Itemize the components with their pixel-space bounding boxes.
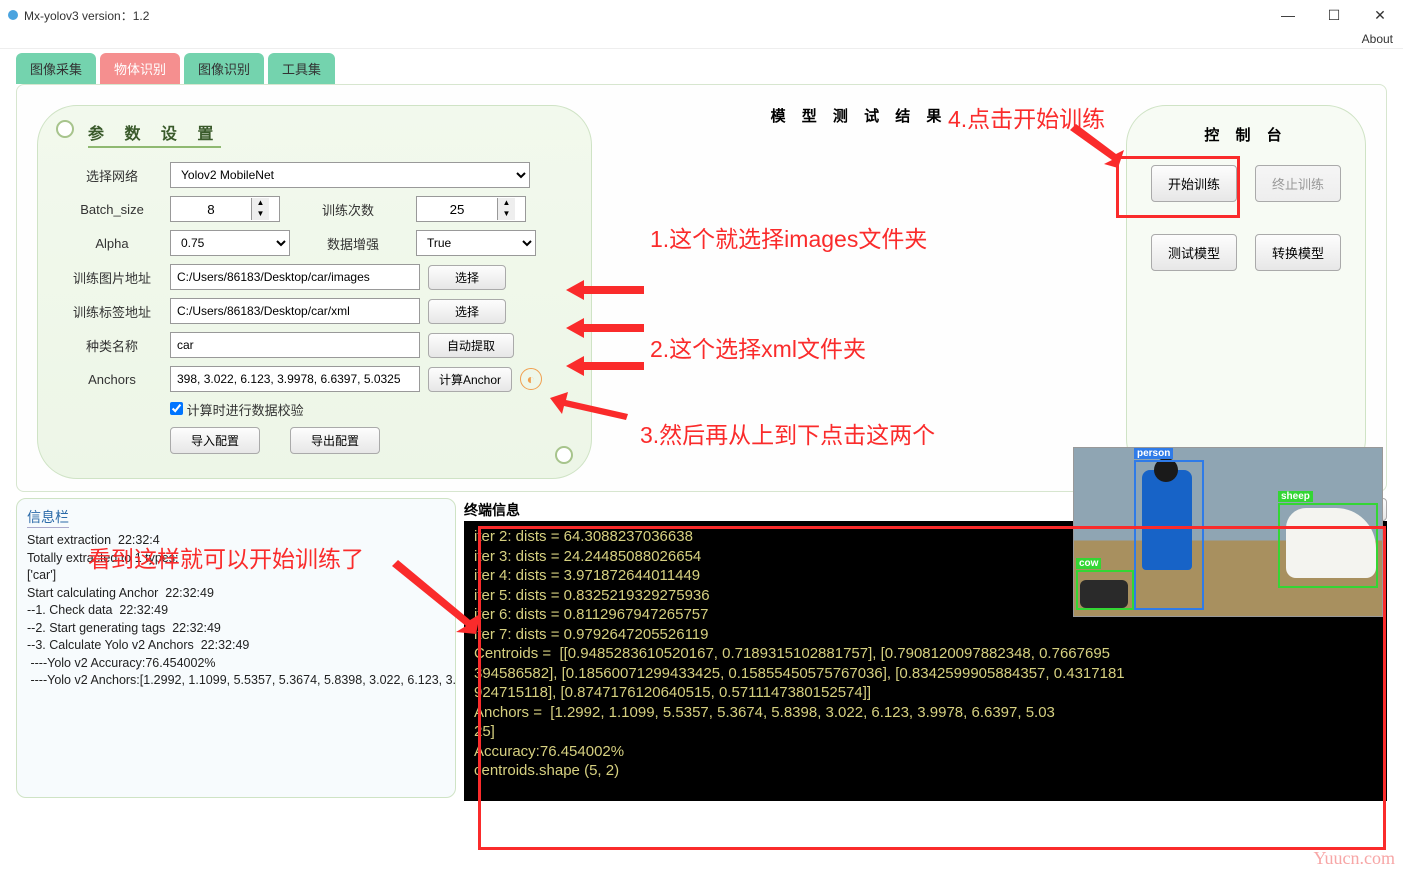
xmlpath-input[interactable] bbox=[170, 298, 420, 324]
alpha-label: Alpha bbox=[62, 236, 162, 251]
batch-input[interactable] bbox=[171, 198, 251, 220]
detection-preview: person sheep cow bbox=[1073, 447, 1383, 617]
choose-img-button[interactable]: 选择 bbox=[428, 265, 506, 290]
info-text: Start extraction 22:32:4 Totally extract… bbox=[27, 532, 445, 690]
main-tabs: 图像采集 物体识别 图像识别 工具集 bbox=[16, 53, 1387, 84]
network-label: 选择网络 bbox=[62, 166, 162, 185]
epoch-spinner[interactable]: ▲▼ bbox=[416, 196, 526, 222]
tab-tools[interactable]: 工具集 bbox=[268, 53, 335, 84]
bbox-person-label: person bbox=[1134, 448, 1173, 459]
imgpath-label: 训练图片地址 bbox=[62, 268, 162, 287]
info-panel: 信息栏 Start extraction 22:32:4 Totally ext… bbox=[16, 498, 456, 798]
window-title: Mx-yolov3 version：1.2 bbox=[24, 7, 149, 24]
watermark: Yuucn.com bbox=[1314, 848, 1395, 869]
about-menu[interactable]: About bbox=[1362, 32, 1393, 46]
calc-anchor-button[interactable]: 计算Anchor bbox=[428, 367, 512, 392]
alpha-select[interactable]: 0.75 bbox=[170, 230, 290, 256]
app-icon bbox=[8, 10, 18, 20]
stop-train-button[interactable]: 终止训练 bbox=[1255, 165, 1341, 202]
control-panel: 控 制 台 开始训练 终止训练 测试模型 转换模型 bbox=[1126, 105, 1366, 479]
auto-extract-button[interactable]: 自动提取 bbox=[428, 333, 514, 358]
terminal-title: 终端信息 bbox=[464, 500, 520, 520]
epoch-input[interactable] bbox=[417, 198, 497, 220]
export-config-button[interactable]: 导出配置 bbox=[290, 427, 380, 454]
imgpath-input[interactable] bbox=[170, 264, 420, 290]
bbox-cow-label: cow bbox=[1076, 558, 1101, 569]
choose-xml-button[interactable]: 选择 bbox=[428, 299, 506, 324]
aug-select[interactable]: True bbox=[416, 230, 536, 256]
spinner-icon: ◐ bbox=[520, 368, 542, 390]
maximize-button[interactable]: ☐ bbox=[1311, 0, 1357, 30]
anchor-label: Anchors bbox=[62, 372, 162, 387]
down-icon[interactable]: ▼ bbox=[252, 209, 269, 220]
start-train-button[interactable]: 开始训练 bbox=[1151, 165, 1237, 202]
class-label: 种类名称 bbox=[62, 336, 162, 355]
main-panel: 参 数 设 置 选择网络 Yolov2 MobileNet Batch_size… bbox=[16, 84, 1387, 492]
verify-checkbox[interactable] bbox=[170, 402, 183, 415]
verify-label: 计算时进行数据校验 bbox=[187, 403, 304, 418]
batch-spinner[interactable]: ▲▼ bbox=[170, 196, 280, 222]
up-icon[interactable]: ▲ bbox=[252, 198, 269, 209]
title-bar: Mx-yolov3 version：1.2 bbox=[0, 0, 1403, 30]
window-controls: — ☐ ✕ bbox=[1265, 0, 1403, 30]
info-title: 信息栏 bbox=[27, 507, 69, 528]
control-title: 控 制 台 bbox=[1143, 124, 1349, 145]
test-model-button[interactable]: 测试模型 bbox=[1151, 234, 1237, 271]
down-icon[interactable]: ▼ bbox=[498, 209, 515, 220]
import-config-button[interactable]: 导入配置 bbox=[170, 427, 260, 454]
tab-object-detect[interactable]: 物体识别 bbox=[100, 53, 180, 84]
class-input[interactable] bbox=[170, 332, 420, 358]
network-select[interactable]: Yolov2 MobileNet bbox=[170, 162, 530, 188]
epoch-label: 训练次数 bbox=[288, 200, 408, 219]
test-result-title: 模 型 测 试 结 果 bbox=[608, 105, 1110, 479]
up-icon[interactable]: ▲ bbox=[498, 198, 515, 209]
bbox-sheep-label: sheep bbox=[1278, 491, 1313, 502]
xmlpath-label: 训练标签地址 bbox=[62, 302, 162, 321]
batch-label: Batch_size bbox=[62, 202, 162, 217]
minimize-button[interactable]: — bbox=[1265, 0, 1311, 30]
tab-image-recog[interactable]: 图像识别 bbox=[184, 53, 264, 84]
close-button[interactable]: ✕ bbox=[1357, 0, 1403, 30]
param-title: 参 数 设 置 bbox=[88, 120, 221, 148]
param-panel: 参 数 设 置 选择网络 Yolov2 MobileNet Batch_size… bbox=[37, 105, 592, 479]
aug-label: 数据增强 bbox=[298, 234, 408, 253]
menu-bar: About bbox=[0, 30, 1403, 49]
convert-model-button[interactable]: 转换模型 bbox=[1255, 234, 1341, 271]
tab-capture[interactable]: 图像采集 bbox=[16, 53, 96, 84]
anchor-input[interactable] bbox=[170, 366, 420, 392]
